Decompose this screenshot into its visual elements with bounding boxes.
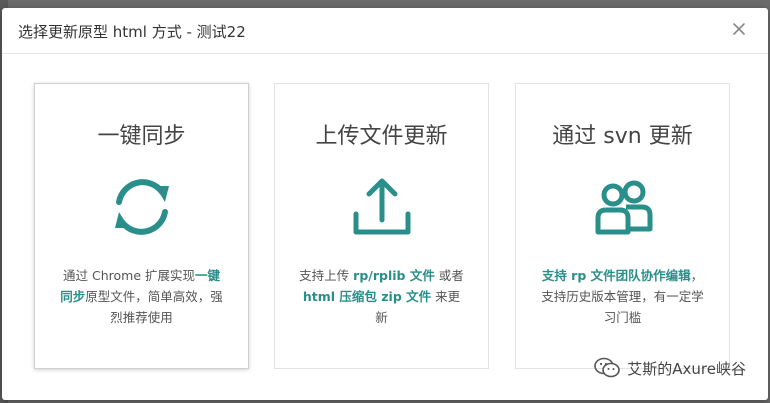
update-method-dialog: 选择更新原型 html 方式 - 测试22 一键同步 通过 Chrome 扩展实… <box>2 8 768 400</box>
watermark-text: 艾斯的Axure峡谷 <box>627 359 746 378</box>
dialog-title: 选择更新原型 html 方式 - 测试22 <box>18 23 246 41</box>
option-card-upload[interactable]: 上传文件更新 支持上传 rp/rplib 文件 或者 html 压缩包 zip … <box>274 83 489 369</box>
card-title: 一键同步 <box>97 124 186 149</box>
close-button[interactable] <box>732 22 748 38</box>
sync-icon <box>114 179 169 235</box>
close-icon <box>733 23 745 35</box>
card-title: 上传文件更新 <box>315 124 448 149</box>
card-description: 支持上传 rp/rplib 文件 或者 html 压缩包 zip 文件 来更新 <box>299 268 464 325</box>
dialog-header: 选择更新原型 html 方式 - 测试22 <box>2 8 768 54</box>
card-description: 支持 rp 文件团队协作编辑，支持历史版本管理，有一定学习门槛 <box>541 268 704 325</box>
option-card-sync[interactable]: 一键同步 通过 Chrome 扩展实现一键同步原型文件，简单高效，强烈推荐使用 <box>34 83 249 369</box>
card-description: 通过 Chrome 扩展实现一键同步原型文件，简单高效，强烈推荐使用 <box>60 268 223 325</box>
watermark: 艾斯的Axure峡谷 <box>593 356 746 380</box>
card-title: 通过 svn 更新 <box>552 124 693 149</box>
users-icon <box>595 180 652 235</box>
upload-icon <box>353 178 410 235</box>
wechat-icon <box>594 357 621 378</box>
option-card-svn[interactable]: 通过 svn 更新 支持 rp 文件团队协作编辑，支持历史版本管理，有一定学习门… <box>515 83 730 369</box>
